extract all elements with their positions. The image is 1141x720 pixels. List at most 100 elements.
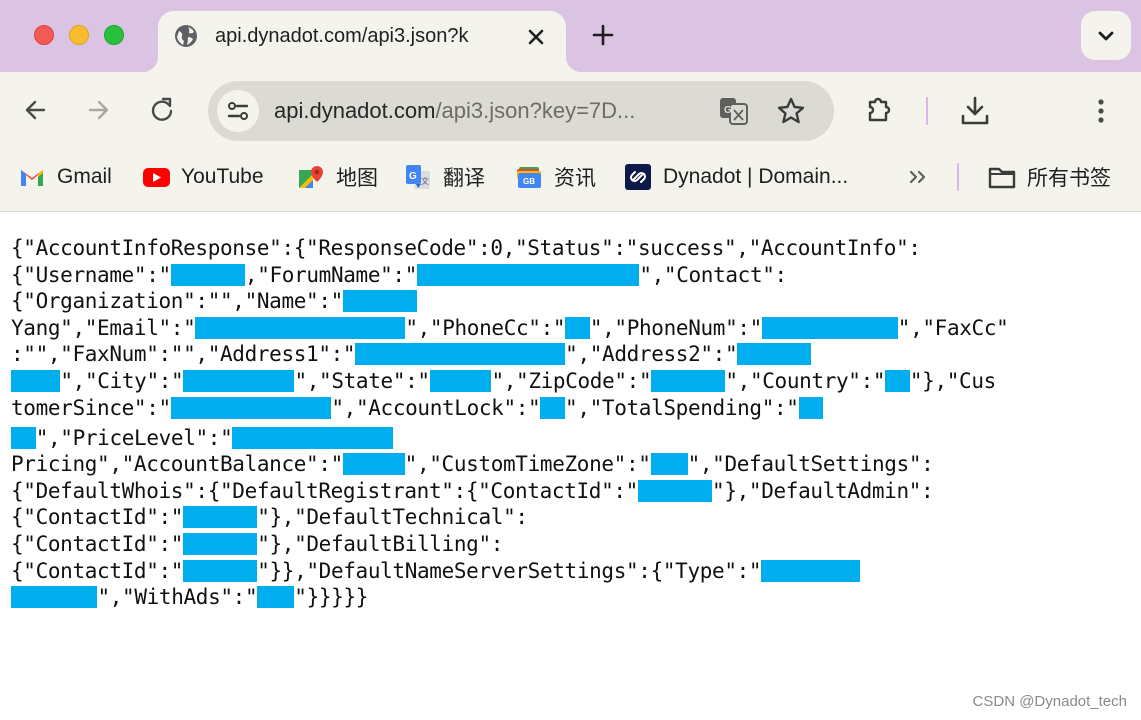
download-icon[interactable]	[958, 94, 992, 128]
json-text-segment: "}}}}}	[294, 585, 369, 610]
chevron-down-icon	[1098, 31, 1114, 41]
json-line: tomerSince":" ","AccountLock":" ","TotalSp…	[11, 395, 1008, 425]
gmail-icon	[21, 170, 43, 186]
redaction-block	[170, 396, 332, 419]
tab-close-button[interactable]	[524, 25, 548, 49]
bookmarks-bar: Gmail YouTube 地图 G 文 翻译 GB 资讯 Dynadot | …	[0, 150, 1141, 212]
json-text-segment: Yang","Email":"	[11, 315, 196, 340]
json-text-segment: "}},"DefaultNameServerSettings":{"Type":…	[257, 558, 762, 583]
bookmark-label: 资讯	[554, 167, 596, 190]
bookmark-star-icon[interactable]	[776, 96, 806, 126]
json-text-segment: {"DefaultWhois":{"DefaultRegistrant":{"C…	[11, 478, 638, 503]
bookmark-dynadot[interactable]: Dynadot | Domain...	[624, 162, 848, 192]
redaction-block	[637, 479, 713, 502]
json-line: {"Username":" ,"ForumName":" ","Contact":	[11, 262, 1008, 289]
json-text-segment: {"Organization":"","Name":"	[11, 289, 343, 314]
google-news-icon: GB	[517, 167, 541, 188]
bookmarks-overflow-button[interactable]	[906, 164, 932, 190]
json-text-segment: ","Contact":	[639, 262, 787, 287]
bookmark-translate[interactable]: G 文 翻译	[404, 162, 485, 192]
redaction-block	[11, 586, 98, 609]
bookmark-gmail[interactable]: Gmail	[18, 162, 112, 192]
json-text-segment: ","PhoneCc":"	[405, 315, 566, 340]
svg-text:文: 文	[421, 176, 429, 186]
url-text[interactable]: api.dynadot.com/api3.json?key=7D...	[274, 97, 635, 125]
redaction-block	[650, 453, 688, 476]
close-icon	[528, 29, 544, 45]
google-translate-icon: G 文	[406, 165, 430, 189]
json-text-segment: "},"DefaultBilling":	[257, 531, 504, 556]
redaction-block	[342, 453, 405, 476]
json-line: {"Organization":"","Name":"	[11, 288, 1008, 315]
json-text-segment: ","State":"	[294, 368, 430, 393]
redaction-block	[183, 532, 258, 555]
toolbar: api.dynadot.com/api3.json?key=7D... G	[0, 72, 1141, 150]
json-text-segment: ","PhoneNum":"	[589, 315, 762, 340]
bookmark-label: Dynadot | Domain...	[663, 165, 849, 188]
json-text-segment: "},"DefaultAdmin":	[712, 478, 934, 503]
json-text-segment: ","TotalSpending":"	[565, 395, 799, 420]
json-line: {"ContactId":" "}},"DefaultNameServerSett…	[11, 558, 1008, 585]
bookmark-label: Gmail	[57, 165, 112, 188]
watermark: CSDN @Dynadot_tech	[972, 693, 1127, 710]
redaction-block	[183, 506, 258, 529]
address-bar[interactable]: api.dynadot.com/api3.json?key=7D... G	[208, 81, 834, 141]
bookmark-label: 地图	[336, 167, 378, 190]
reload-icon[interactable]	[148, 96, 176, 124]
youtube-icon	[143, 168, 170, 187]
url-host: api.dynadot.com	[274, 98, 436, 123]
json-text-segment: {"AccountInfoResponse":{"ResponseCode":0…	[11, 236, 921, 260]
redaction-block	[737, 343, 812, 366]
forward-arrow-icon[interactable]	[84, 96, 112, 124]
json-line: {"ContactId":" "},"DefaultTechnical":	[11, 504, 1008, 531]
back-arrow-icon[interactable]	[22, 96, 50, 124]
tab-search-button[interactable]	[1081, 11, 1131, 60]
json-text-segment: ","WithAds":"	[97, 585, 258, 610]
site-info-button[interactable]	[217, 90, 259, 132]
json-text-segment: ","Country":"	[725, 368, 886, 393]
dynadot-icon	[625, 164, 651, 190]
json-text-segment: ","FaxCc"	[897, 315, 1009, 340]
json-text-segment: ","AccountLock":"	[331, 395, 541, 420]
all-bookmarks-button[interactable]: 所有书签	[988, 162, 1111, 192]
redaction-block	[798, 396, 824, 419]
redaction-block	[540, 396, 566, 419]
window-close-button[interactable]	[34, 25, 54, 45]
json-line: ","WithAds":" "}}}}}	[11, 584, 1008, 611]
json-line: ","PriceLevel":"	[11, 425, 1008, 452]
bookmark-news[interactable]: GB 资讯	[515, 162, 596, 192]
plus-icon	[592, 24, 614, 46]
json-line: Yang","Email":" ","PhoneCc":" ","PhoneNum"…	[11, 315, 1009, 342]
tab-active[interactable]: api.dynadot.com/api3.json?k	[142, 11, 582, 72]
double-chevron-right-icon	[909, 170, 926, 184]
redaction-block	[342, 290, 418, 313]
json-text-segment: {"Username":"	[11, 262, 171, 287]
redaction-block	[183, 369, 295, 392]
new-tab-button[interactable]	[588, 20, 618, 50]
page-content: {"AccountInfoResponse":{"ResponseCode":0…	[0, 213, 1141, 720]
bookmark-youtube[interactable]: YouTube	[142, 162, 264, 192]
site-info-icon	[227, 102, 249, 120]
redaction-block	[183, 559, 258, 582]
redaction-block	[761, 559, 861, 582]
json-text-segment: {"ContactId":"	[11, 558, 184, 583]
redaction-block	[170, 263, 245, 286]
extensions-icon[interactable]	[864, 94, 896, 126]
redaction-block	[355, 343, 566, 366]
json-response-text: {"AccountInfoResponse":{"ResponseCode":0…	[11, 235, 1009, 611]
redaction-block	[761, 316, 898, 339]
bookmark-maps[interactable]: 地图	[297, 162, 378, 192]
window-maximize-button[interactable]	[104, 25, 124, 45]
json-text-segment: ","Address2":"	[565, 342, 738, 367]
json-line: {"DefaultWhois":{"DefaultRegistrant":{"C…	[11, 478, 1008, 505]
more-menu-icon[interactable]	[1088, 94, 1114, 128]
translate-icon[interactable]: G	[718, 96, 750, 126]
json-text-segment: ","DefaultSettings":	[687, 452, 934, 477]
json-text-segment: ","CustomTimeZone":"	[404, 452, 651, 477]
json-text-segment: ,"ForumName":"	[244, 262, 418, 287]
json-text-segment: tomerSince":"	[11, 395, 171, 420]
window-minimize-button[interactable]	[69, 25, 89, 45]
redaction-block	[417, 263, 640, 286]
json-line: {"ContactId":" "},"DefaultBilling":	[11, 531, 1008, 558]
tab-title: api.dynadot.com/api3.json?k	[215, 25, 469, 47]
